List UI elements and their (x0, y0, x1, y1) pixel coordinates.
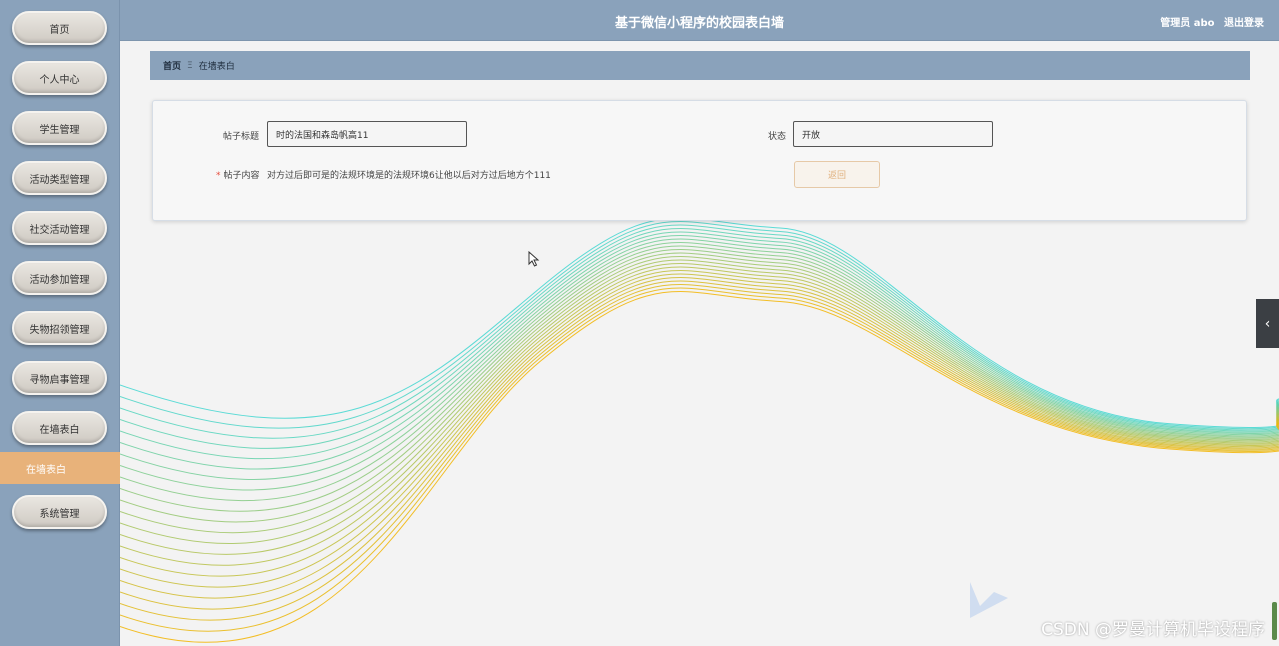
sidebar-item-home[interactable]: 首页 (12, 11, 107, 45)
user-area: 管理员 abo 退出登录 (1154, 14, 1264, 29)
sidebar-item-activity-types[interactable]: 活动类型管理 (12, 161, 107, 195)
sidebar-subitem-confession-wall[interactable]: 在墙表白 (0, 452, 120, 484)
chevron-left-icon[interactable]: ‹ (1256, 299, 1279, 348)
status-input[interactable]: 开放 (793, 121, 993, 147)
post-content-label: * 帖子内容 (216, 168, 260, 181)
breadcrumb-separator: Ξ (187, 60, 193, 71)
wave-line (120, 224, 1279, 439)
mouse-cursor-icon (528, 251, 540, 267)
user-label: 管理员 abo (1160, 18, 1215, 29)
watermark-text: CSDN @罗曼计算机毕设程序 (1041, 620, 1265, 640)
wave-line (120, 256, 1279, 534)
wave-line (120, 287, 1279, 632)
wave-line (120, 245, 1279, 502)
wave-line (120, 252, 1279, 523)
logo-mark-icon (970, 582, 1008, 618)
sidebar: 首页 个人中心 学生管理 活动类型管理 社交活动管理 活动参加管理 失物招领管理… (0, 0, 120, 646)
wave-line (120, 217, 1279, 428)
wave-line (120, 259, 1279, 544)
sidebar-item-activity-participation[interactable]: 活动参加管理 (12, 261, 107, 295)
post-title-input[interactable]: 时的法国和森岛帆高11 (267, 121, 467, 147)
wave-line (120, 221, 1279, 430)
breadcrumb: 首页 Ξ 在墙表白 (150, 51, 1250, 80)
post-title-label: 帖子标题 (223, 132, 260, 142)
post-content-value: 对方过后即可是的法规环境是的法规环境6让他以后对方过后地方个111 (267, 171, 551, 181)
detail-form-card: 帖子标题 时的法国和森岛帆高11 状态 开放 * 帖子内容 对方过后即可是的法规环… (152, 100, 1247, 221)
wave-line (120, 284, 1279, 621)
status-label: 状态 (768, 132, 787, 142)
sidebar-item-system[interactable]: 系统管理 (12, 495, 107, 529)
post-content-label-text: 帖子内容 (223, 171, 260, 181)
sidebar-item-lost-notices[interactable]: 寻物启事管理 (12, 361, 107, 395)
scroll-indicator (1272, 602, 1277, 640)
app-title: 基于微信小程序的校园表白墙 (614, 16, 784, 31)
sidebar-item-social-activities[interactable]: 社交活动管理 (12, 211, 107, 245)
top-header: 基于微信小程序的校园表白墙 管理员 abo 退出登录 (120, 0, 1279, 41)
wave-line (120, 242, 1279, 491)
sidebar-item-students[interactable]: 学生管理 (12, 111, 107, 145)
sidebar-item-confession-wall[interactable]: 在墙表白 (12, 411, 107, 445)
sidebar-item-lost-found[interactable]: 失物招领管理 (12, 311, 107, 345)
breadcrumb-current: 在墙表白 (198, 62, 235, 72)
sidebar-item-profile[interactable]: 个人中心 (12, 61, 107, 95)
wave-line (120, 280, 1279, 610)
logout-link[interactable]: 退出登录 (1224, 18, 1264, 29)
wave-line (120, 263, 1279, 555)
wave-background (120, 217, 1279, 643)
breadcrumb-home[interactable]: 首页 (163, 59, 181, 72)
back-button[interactable]: 返回 (794, 161, 880, 188)
required-mark: * (216, 171, 221, 181)
